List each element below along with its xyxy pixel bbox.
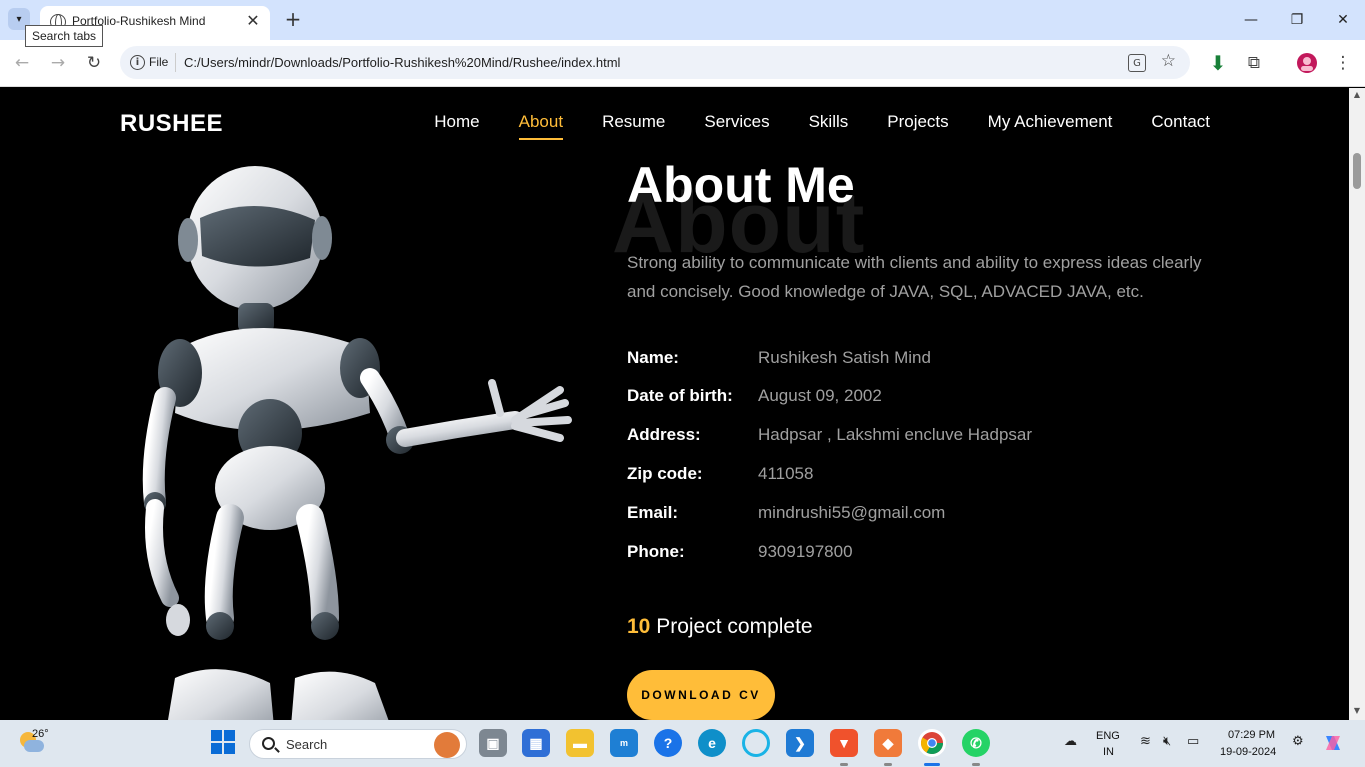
info-value: Hadpsar , Lakshmi encluve Hadpsar: [758, 425, 1033, 444]
nav-services[interactable]: Services: [704, 112, 769, 140]
nav-resume[interactable]: Resume: [602, 112, 665, 140]
info-label: Name:: [627, 348, 679, 367]
taskbar-search-input[interactable]: Search: [249, 729, 467, 759]
temperature: 26°: [32, 728, 49, 740]
mylip-icon[interactable]: m: [610, 729, 638, 757]
onedrive-icon[interactable]: ☁: [1064, 734, 1077, 749]
extensions-icon[interactable]: ⧉: [1242, 51, 1266, 75]
menu-icon[interactable]: ⋮: [1331, 51, 1355, 75]
nav-about[interactable]: About: [518, 112, 564, 140]
divider: [175, 53, 176, 72]
browser-toolbar: ← → ↻ i File C:/Users/mindr/Downloads/Po…: [0, 40, 1365, 87]
nav-projects[interactable]: Projects: [887, 112, 948, 140]
volume-muted-icon[interactable]: 🔇︎: [1163, 734, 1171, 749]
page-scrollbar[interactable]: ▲ ▼: [1349, 88, 1365, 720]
info-value: 411058: [758, 464, 814, 483]
forward-icon[interactable]: →: [46, 51, 70, 75]
info-label: Phone:: [627, 542, 685, 561]
translate-icon[interactable]: G: [1128, 54, 1146, 72]
nav-my-achievement[interactable]: My Achievement: [988, 112, 1113, 140]
scheme-label: File: [149, 55, 169, 69]
download-icon[interactable]: ⬇: [1206, 51, 1230, 75]
vscode-icon[interactable]: ❯: [786, 729, 814, 757]
task-view-icon[interactable]: ▣: [479, 729, 507, 757]
app-icon[interactable]: ◆: [874, 729, 902, 757]
clock-time[interactable]: 07:29 PM: [1228, 729, 1275, 741]
scroll-down-arrow-icon[interactable]: ▼: [1352, 706, 1362, 715]
nav-home[interactable]: Home: [434, 112, 479, 140]
site-info-icon[interactable]: i: [130, 55, 145, 70]
help-icon[interactable]: ?: [654, 729, 682, 757]
bookmark-star-icon[interactable]: ☆: [1161, 51, 1176, 71]
search-highlight-icon: [434, 732, 460, 758]
robot-illustration: [142, 166, 572, 720]
info-value: Rushikesh Satish Mind: [758, 348, 931, 367]
nav-skills[interactable]: Skills: [809, 112, 849, 140]
minimize-icon[interactable]: —: [1239, 8, 1263, 32]
section-heading: About Me: [627, 157, 855, 213]
new-tab-button[interactable]: +: [282, 7, 304, 31]
url-text[interactable]: C:/Users/mindr/Downloads/Portfolio-Rushi…: [184, 55, 620, 70]
windows-start-icon[interactable]: [210, 729, 238, 757]
running-indicator-active: [924, 763, 940, 766]
back-icon[interactable]: ←: [10, 51, 34, 75]
language-region[interactable]: IN: [1103, 746, 1114, 758]
project-counter: 10 Project complete: [627, 615, 813, 639]
file-explorer-icon[interactable]: ▬: [566, 729, 594, 757]
download-cv-button[interactable]: DOWNLOAD CV: [627, 670, 775, 720]
tab-strip: ▾ Portfolio-Rushikesh Mind ✕ + — ❐ ✕: [0, 0, 1365, 40]
info-value: August 09, 2002: [758, 386, 882, 405]
info-label: Address:: [627, 425, 701, 444]
info-label: Date of birth:: [627, 386, 733, 405]
copilot-icon[interactable]: [1322, 732, 1344, 758]
microsoft-store-icon[interactable]: ▦: [522, 729, 550, 757]
brave-icon[interactable]: ▼: [830, 729, 858, 757]
profile-avatar[interactable]: [1295, 51, 1319, 75]
scroll-up-arrow-icon[interactable]: ▲: [1352, 90, 1362, 99]
language-code[interactable]: ENG: [1096, 730, 1120, 742]
project-count: 10: [627, 615, 651, 638]
about-description: Strong ability to communicate with clien…: [627, 253, 1202, 301]
reload-icon[interactable]: ↻: [82, 51, 106, 75]
restore-icon[interactable]: ❐: [1285, 8, 1309, 32]
info-value: mindrushi55@gmail.com: [758, 503, 946, 522]
edge-icon[interactable]: e: [698, 729, 726, 757]
notification-icon[interactable]: ⚙: [1292, 734, 1304, 749]
wifi-icon[interactable]: ≋: [1140, 734, 1151, 749]
site-logo[interactable]: RUSHEE: [120, 110, 223, 138]
running-indicator: [972, 763, 980, 766]
info-label: Zip code:: [627, 464, 703, 483]
nav-contact[interactable]: Contact: [1151, 112, 1210, 140]
clock-date[interactable]: 19-09-2024: [1220, 746, 1276, 758]
scroll-thumb[interactable]: [1353, 153, 1361, 189]
whatsapp-icon[interactable]: ✆: [962, 729, 990, 757]
taskbar: 26° Search ▣ ▦ ▬ m ? e ❯ ▼ ◆ ✆ ☁ ENG IN …: [0, 720, 1365, 767]
chrome-icon[interactable]: [918, 729, 946, 757]
info-label: Email:: [627, 503, 679, 522]
close-tab-icon[interactable]: ✕: [244, 11, 262, 30]
info-value: 9309197800: [758, 542, 853, 561]
address-bar[interactable]: i File C:/Users/mindr/Downloads/Portfoli…: [120, 46, 1190, 79]
page-content: RUSHEE Home About Resume Services Skills…: [0, 88, 1349, 720]
running-indicator: [840, 763, 848, 766]
project-count-label: Project complete: [656, 615, 813, 638]
cortana-icon[interactable]: [742, 729, 770, 757]
search-placeholder: Search: [286, 737, 328, 752]
close-window-icon[interactable]: ✕: [1331, 8, 1355, 32]
tooltip: Search tabs: [25, 25, 104, 47]
search-icon: [262, 737, 275, 750]
battery-icon[interactable]: ▭: [1187, 734, 1199, 749]
main-nav: Home About Resume Services Skills Projec…: [434, 112, 1210, 140]
running-indicator: [884, 763, 892, 766]
